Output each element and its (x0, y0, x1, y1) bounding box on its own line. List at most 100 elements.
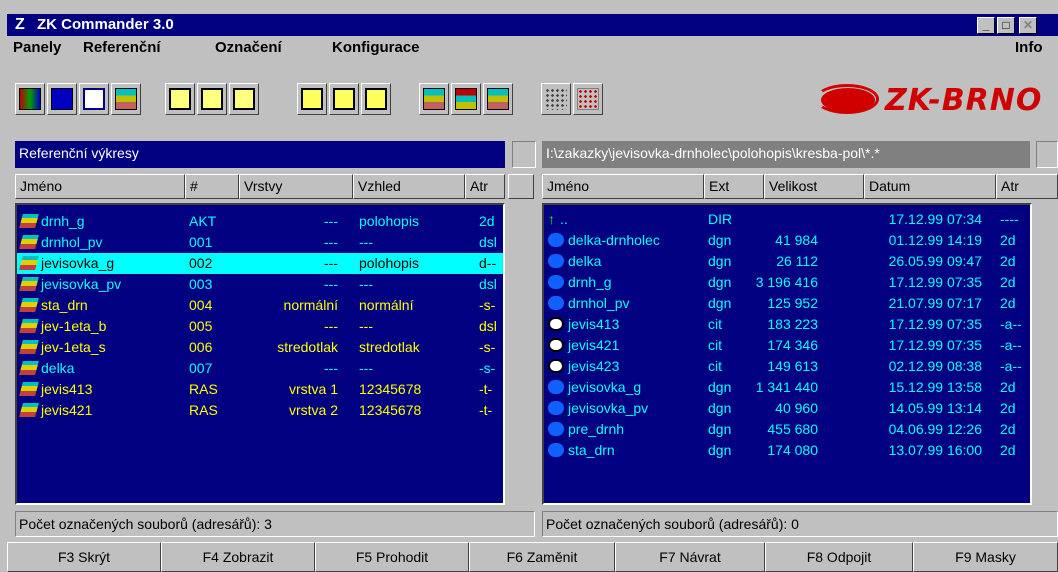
f5-swap-button[interactable]: F5 Prohodit (315, 542, 469, 572)
menu-oznaceni[interactable]: Označení (215, 39, 282, 56)
f4-show-button[interactable]: F4 Zobrazit (161, 542, 315, 572)
col-jmeno[interactable]: Jméno (15, 174, 185, 199)
title-bar: Z ZK Commander 3.0 _ □ ✕ (7, 14, 1058, 36)
col-vrstvy[interactable]: Vrstvy (239, 174, 353, 199)
list-item[interactable]: jevis421 RAS vrstva 2 12345678 -t- (17, 400, 503, 421)
list-item[interactable]: sta_drn dgn 174 080 13.07.99 16:00 2d (544, 440, 1030, 461)
list-item[interactable]: drnh_g dgn 3 196 416 17.12.99 07:35 2d (544, 272, 1030, 293)
ref-name: sta_drn (41, 297, 88, 313)
ref-number: 002 (189, 255, 213, 271)
menu-konfigurace[interactable]: Konfigurace (332, 39, 420, 56)
col-vzhled[interactable]: Vzhled (353, 174, 465, 199)
close-file-icon[interactable] (229, 83, 259, 115)
close-button[interactable]: ✕ (1019, 17, 1037, 34)
zk-logo-icon[interactable] (47, 83, 77, 115)
file-atr: 2d (1000, 295, 1016, 311)
file-ext: dgn (708, 295, 732, 311)
file-atr: 2d (1000, 442, 1016, 458)
file-ext: dgn (708, 232, 732, 248)
dgn-file-icon (548, 275, 564, 289)
right-panel-path[interactable]: I:\zakazky\jevisovka-drnholec\polohopis\… (542, 141, 1030, 168)
file-name: jevis423 (568, 358, 620, 374)
menu-panely[interactable]: Panely (13, 39, 61, 56)
folder-all-icon[interactable] (361, 83, 391, 115)
f3-hide-button[interactable]: F3 Skrýt (7, 542, 161, 572)
windows-icon[interactable] (79, 83, 109, 115)
file-name: delka (568, 253, 602, 269)
file-size: 3 196 416 (755, 274, 818, 290)
list-item[interactable]: jev-1eta_b 005 --- --- dsl (17, 316, 503, 337)
ref-look: --- (359, 276, 373, 292)
list-item[interactable]: delka dgn 26 112 26.05.99 09:47 2d (544, 251, 1030, 272)
file-ext: dgn (708, 400, 732, 416)
ref-number: 006 (189, 339, 213, 355)
list-item[interactable]: drnhol_pv 001 --- --- dsl (17, 232, 503, 253)
list-item[interactable]: sta_drn 004 normální normální -s- (17, 295, 503, 316)
list-item[interactable]: jev-1eta_s 006 stredotlak stredotlak -s- (17, 337, 503, 358)
f7-return-button[interactable]: F7 Návrat (615, 542, 765, 572)
col-datum[interactable]: Datum (864, 174, 996, 199)
list-item[interactable]: pre_drnh dgn 455 680 04.06.99 12:26 2d (544, 419, 1030, 440)
list-item[interactable]: jevisovka_pv dgn 40 960 14.05.99 13:14 2d (544, 398, 1030, 419)
ref-number: 001 (189, 234, 213, 250)
reference-file-icon (19, 256, 39, 270)
layers-left-icon[interactable] (451, 83, 481, 115)
list-item[interactable]: jevis413 cit 183 223 17.12.99 07:35 -a-- (544, 314, 1030, 335)
col-atr[interactable]: Atr (465, 174, 505, 199)
ref-look: --- (359, 360, 373, 376)
list-item[interactable]: jevisovka_pv 003 --- --- dsl (17, 274, 503, 295)
minimize-button[interactable]: _ (977, 17, 995, 34)
dgn-file-icon (548, 296, 564, 310)
file-atr: -a-- (1000, 316, 1022, 332)
menu-bar: Panely Referenční Označení Konfigurace I… (7, 36, 1058, 60)
list-item[interactable]: delka 007 --- --- -s- (17, 358, 503, 379)
list-item[interactable]: jevis423 cit 149 613 02.12.99 08:38 -a-- (544, 356, 1030, 377)
zk-app-icon[interactable]: Z (15, 16, 33, 34)
file-atr: -a-- (1000, 358, 1022, 374)
list-item[interactable]: drnhol_pv dgn 125 952 21.07.99 07:17 2d (544, 293, 1030, 314)
list-item[interactable]: jevis421 cit 174 346 17.12.99 07:35 -a-- (544, 335, 1030, 356)
list-item[interactable]: jevisovka_g 002 --- polohopis d-- (17, 253, 503, 274)
ref-atr: -s- (479, 360, 496, 376)
col-atr[interactable]: Atr (996, 174, 1058, 199)
maximize-button[interactable]: □ (997, 17, 1015, 34)
file-date: 02.12.99 08:38 (888, 358, 982, 374)
add-file-icon[interactable] (165, 83, 195, 115)
folder-up-icon[interactable] (297, 83, 327, 115)
file-date: 17.12.99 07:35 (888, 337, 982, 353)
layers-right-icon[interactable] (419, 83, 449, 115)
menu-info[interactable]: Info (1015, 39, 1043, 56)
col-ext[interactable]: Ext (704, 174, 764, 199)
layers-icon[interactable] (111, 83, 141, 115)
fraction-icon[interactable] (483, 83, 513, 115)
grid-select-icon[interactable] (541, 83, 571, 115)
file-name: .. (560, 211, 568, 227)
menu-referencni[interactable]: Referenční (83, 39, 161, 56)
list-item[interactable]: jevisovka_g dgn 1 341 440 15.12.99 13:58 2d (544, 377, 1030, 398)
list-item[interactable]: jevis413 RAS vrstva 1 12345678 -t- (17, 379, 503, 400)
ref-layers: --- (324, 318, 338, 334)
list-item[interactable]: ↑.. DIR 17.12.99 07:34 ---- (544, 209, 1030, 230)
remove-file-icon[interactable] (197, 83, 227, 115)
ref-name: drnhol_pv (41, 234, 103, 250)
col-velikost[interactable]: Velikost (764, 174, 864, 199)
col-number[interactable]: # (185, 174, 239, 199)
grid-deselect-icon[interactable] (573, 83, 603, 115)
list-item[interactable]: drnh_g AKT --- polohopis 2d (17, 211, 503, 232)
right-scrollbar-area (1034, 203, 1058, 505)
list-item[interactable]: delka-drnholec dgn 41 984 01.12.99 14:19 2d (544, 230, 1030, 251)
left-file-list[interactable]: drnh_g AKT --- polohopis 2d drnhol_pv 001 --- --… (15, 203, 505, 505)
f6-replace-button[interactable]: F6 Zaměnit (469, 542, 615, 572)
ref-number: AKT (189, 213, 217, 229)
file-ext: cit (708, 316, 722, 332)
f9-masks-button[interactable]: F9 Masky (913, 542, 1058, 572)
dgn-file-icon (548, 422, 564, 436)
right-file-list[interactable]: ↑.. DIR 17.12.99 07:34 ---- delka-drnholec dg… (542, 203, 1032, 505)
col-jmeno[interactable]: Jméno (542, 174, 704, 199)
f8-detach-button[interactable]: F8 Odpojit (765, 542, 913, 572)
file-atr: -a-- (1000, 337, 1022, 353)
file-name: delka-drnholec (568, 232, 660, 248)
map-icon[interactable] (15, 83, 45, 115)
folder-icon[interactable] (329, 83, 359, 115)
file-atr: 2d (1000, 421, 1016, 437)
